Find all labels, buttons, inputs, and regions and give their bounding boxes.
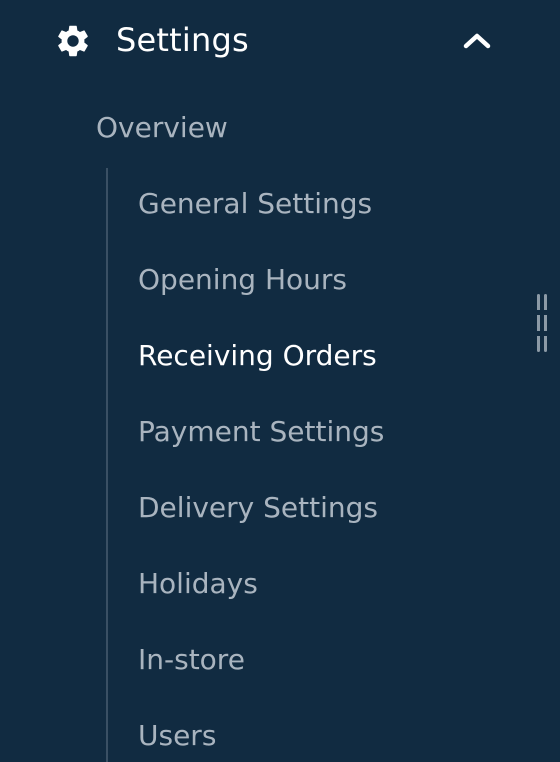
- sidebar-item-delivery-settings[interactable]: Delivery Settings: [138, 488, 378, 528]
- sidebar-item-in-store[interactable]: In-store: [138, 640, 245, 680]
- resize-handle[interactable]: [537, 294, 549, 352]
- sidebar-item-receiving-orders[interactable]: Receiving Orders: [138, 336, 377, 376]
- settings-section-title: Settings: [116, 21, 249, 59]
- gear-icon: [58, 25, 88, 57]
- sidebar-item-opening-hours[interactable]: Opening Hours: [138, 260, 347, 300]
- chevron-up-icon[interactable]: [462, 28, 492, 52]
- settings-section-header[interactable]: Settings: [0, 0, 520, 80]
- sidebar-item-payment-settings[interactable]: Payment Settings: [138, 412, 384, 452]
- sidebar: Settings Overview General Settings Openi…: [0, 0, 560, 762]
- sidebar-item-holidays[interactable]: Holidays: [138, 564, 258, 604]
- submenu-guide-line: [106, 168, 108, 762]
- sidebar-item-users[interactable]: Users: [138, 716, 216, 756]
- sidebar-item-general-settings[interactable]: General Settings: [138, 184, 372, 224]
- sidebar-item-overview[interactable]: Overview: [96, 108, 228, 148]
